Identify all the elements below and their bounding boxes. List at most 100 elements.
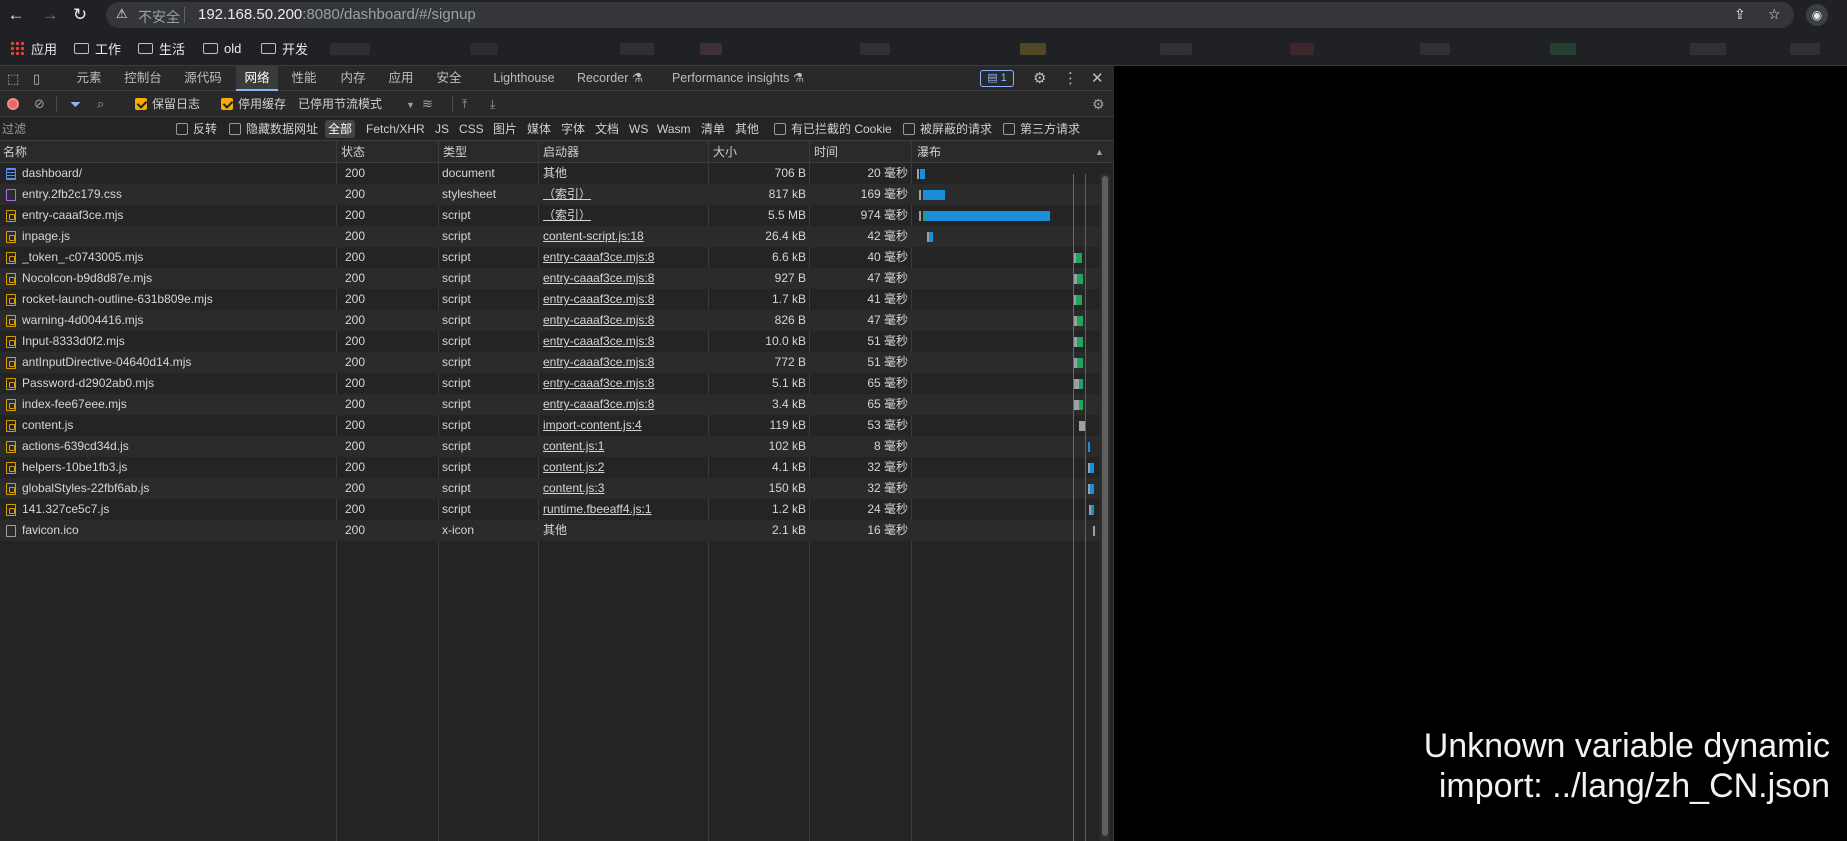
table-row[interactable]: warning-4d004416.mjs 200 script entry-caaaf… — [0, 310, 1104, 331]
url-text[interactable]: 192.168.50.200:8080/dashboard/#/signup — [198, 6, 476, 23]
request-initiator[interactable]: runtime.fbeeaff4.js:1 — [543, 499, 708, 520]
more-options-icon[interactable]: ⋮ — [1063, 66, 1078, 91]
table-row[interactable]: antInputDirective-04640d14.mjs 200 script e… — [0, 352, 1104, 373]
table-row[interactable]: actions-639cd34d.js 200 script content.js:1… — [0, 436, 1104, 457]
profile-icon[interactable]: ◉ — [1806, 4, 1828, 26]
tab-application[interactable]: 应用 — [380, 66, 422, 91]
request-initiator[interactable]: import-content.js:4 — [543, 415, 708, 436]
request-name[interactable]: entry.2fb2c179.css — [22, 184, 332, 205]
hide-data-urls-checkbox[interactable] — [229, 123, 241, 135]
device-toolbar-icon[interactable]: ▯ — [33, 66, 40, 91]
request-initiator[interactable]: entry-caaaf3ce.mjs:8 — [543, 268, 708, 289]
bookmark-apps[interactable]: 应用 — [10, 38, 57, 58]
request-name[interactable]: content.js — [22, 415, 332, 436]
hide-data-urls-toggle[interactable]: 隐藏数据网址 — [229, 117, 318, 141]
request-name[interactable]: actions-639cd34d.js — [22, 436, 332, 457]
request-name[interactable]: inpage.js — [22, 226, 332, 247]
bookmark-folder-old[interactable]: old — [203, 38, 241, 58]
tab-lighthouse[interactable]: Lighthouse — [488, 66, 560, 91]
request-name[interactable]: index-fee67eee.mjs — [22, 394, 332, 415]
table-row[interactable]: _token_-c0743005.mjs 200 script entry-caaaf… — [0, 247, 1104, 268]
column-initiator[interactable]: 启动器 — [540, 141, 579, 163]
table-row[interactable]: NocoIcon-b9d8d87e.mjs 200 script entry-caaa… — [0, 268, 1104, 289]
filter-type-css[interactable]: CSS — [459, 117, 484, 141]
filter-type-doc[interactable]: 文档 — [595, 117, 619, 141]
filter-type-all[interactable]: 全部 — [325, 120, 356, 138]
request-name[interactable]: helpers-10be1fb3.js — [22, 457, 332, 478]
table-row[interactable]: index-fee67eee.mjs 200 script entry-caaaf3c… — [0, 394, 1104, 415]
request-name[interactable]: 141.327ce5c7.js — [22, 499, 332, 520]
disable-cache-toggle[interactable]: 停用缓存 — [221, 91, 286, 117]
filter-icon[interactable]: ⏷ — [70, 91, 81, 117]
request-initiator[interactable]: entry-caaaf3ce.mjs:8 — [543, 310, 708, 331]
request-name[interactable]: entry-caaaf3ce.mjs — [22, 205, 332, 226]
request-name[interactable]: antInputDirective-04640d14.mjs — [22, 352, 332, 373]
request-initiator[interactable]: （索引） — [543, 205, 708, 226]
column-waterfall[interactable]: 瀑布 — [914, 141, 941, 163]
request-name[interactable]: dashboard/ — [22, 163, 332, 184]
tab-security[interactable]: 安全 — [428, 66, 470, 91]
filter-input[interactable]: 过滤 — [2, 119, 162, 139]
bookmark-star-icon[interactable]: ☆ — [1768, 6, 1781, 23]
throttling-select[interactable]: 已停用节流模式 ▼ — [298, 91, 415, 117]
table-row[interactable]: inpage.js 200 script content-script.js:18 26… — [0, 226, 1104, 247]
column-time[interactable]: 时间 — [811, 141, 838, 163]
address-bar[interactable]: ⚠ 不安全 192.168.50.200:8080/dashboard/#/si… — [106, 2, 1794, 28]
forward-arrow-icon[interactable]: → — [40, 5, 60, 25]
request-name[interactable]: _token_-c0743005.mjs — [22, 247, 332, 268]
request-initiator[interactable]: entry-caaaf3ce.mjs:8 — [543, 331, 708, 352]
blocked-cookies-toggle[interactable]: 有已拦截的 Cookie — [774, 117, 892, 141]
tab-recorder[interactable]: Recorder ⚗ — [572, 66, 648, 91]
request-initiator[interactable]: content.js:2 — [543, 457, 708, 478]
request-initiator[interactable]: entry-caaaf3ce.mjs:8 — [543, 394, 708, 415]
table-row[interactable]: entry.2fb2c179.css 200 stylesheet （索引） 817 k… — [0, 184, 1104, 205]
table-row[interactable]: favicon.ico 200 x-icon 其他 2.1 kB 16 毫秒 — [0, 520, 1104, 541]
request-name[interactable]: favicon.ico — [22, 520, 332, 541]
request-name[interactable]: NocoIcon-b9d8d87e.mjs — [22, 268, 332, 289]
tab-sources[interactable]: 源代码 — [176, 66, 230, 91]
request-initiator[interactable]: content-script.js:18 — [543, 226, 708, 247]
tab-console[interactable]: 控制台 — [118, 66, 168, 91]
third-party-toggle[interactable]: 第三方请求 — [1003, 117, 1080, 141]
filter-type-media[interactable]: 媒体 — [527, 117, 551, 141]
table-row[interactable]: Input-8333d0f2.mjs 200 script entry-caaaf3c… — [0, 331, 1104, 352]
clear-icon[interactable]: ⊘ — [34, 91, 45, 117]
column-type[interactable]: 类型 — [440, 141, 467, 163]
tab-memory[interactable]: 内存 — [332, 66, 374, 91]
blocked-requests-checkbox[interactable] — [903, 123, 915, 135]
request-name[interactable]: Input-8333d0f2.mjs — [22, 331, 332, 352]
filter-type-fetch-xhr[interactable]: Fetch/XHR — [366, 117, 425, 141]
filter-type-other[interactable]: 其他 — [735, 117, 759, 141]
bookmark-folder-dev[interactable]: 开发 — [261, 38, 308, 58]
network-settings-icon[interactable]: ⚙ — [1092, 91, 1105, 117]
column-name[interactable]: 名称 — [0, 141, 27, 163]
request-initiator[interactable]: entry-caaaf3ce.mjs:8 — [543, 373, 708, 394]
filter-type-ws[interactable]: WS — [629, 117, 648, 141]
table-row[interactable]: entry-caaaf3ce.mjs 200 script （索引） 5.5 MB 974… — [0, 205, 1104, 226]
request-initiator[interactable]: （索引） — [543, 184, 708, 205]
bookmark-folder-life[interactable]: 生活 — [138, 38, 185, 58]
table-row[interactable]: dashboard/200 document 其他 706 B 20 毫秒 — [0, 163, 1104, 184]
column-status[interactable]: 状态 — [338, 141, 365, 163]
request-initiator[interactable]: entry-caaaf3ce.mjs:8 — [543, 352, 708, 373]
filter-type-manifest[interactable]: 清单 — [701, 117, 725, 141]
invert-checkbox[interactable] — [176, 123, 188, 135]
request-name[interactable]: warning-4d004416.mjs — [22, 310, 332, 331]
blocked-requests-toggle[interactable]: 被屏蔽的请求 — [903, 117, 992, 141]
request-initiator[interactable]: content.js:1 — [543, 436, 708, 457]
column-size[interactable]: 大小 — [710, 141, 737, 163]
search-icon[interactable]: ⌕ — [97, 91, 104, 117]
filter-type-js[interactable]: JS — [435, 117, 449, 141]
preserve-log-toggle[interactable]: 保留日志 — [135, 91, 200, 117]
bookmark-folder-work[interactable]: 工作 — [74, 38, 121, 58]
table-row[interactable]: helpers-10be1fb3.js 200 script content.js:2… — [0, 457, 1104, 478]
disable-cache-checkbox[interactable] — [221, 98, 233, 110]
table-row[interactable]: Password-d2902ab0.mjs 200 script entry-caaa… — [0, 373, 1104, 394]
request-initiator[interactable]: content.js:3 — [543, 478, 708, 499]
request-name[interactable]: Password-d2902ab0.mjs — [22, 373, 332, 394]
tab-performance[interactable]: 性能 — [284, 66, 324, 91]
table-row[interactable]: rocket-launch-outline-631b809e.mjs 200 scr… — [0, 289, 1104, 310]
preserve-log-checkbox[interactable] — [135, 98, 147, 110]
filter-type-wasm[interactable]: Wasm — [657, 117, 691, 141]
table-row[interactable]: 141.327ce5c7.js 200 script runtime.fbeeaff4… — [0, 499, 1104, 520]
